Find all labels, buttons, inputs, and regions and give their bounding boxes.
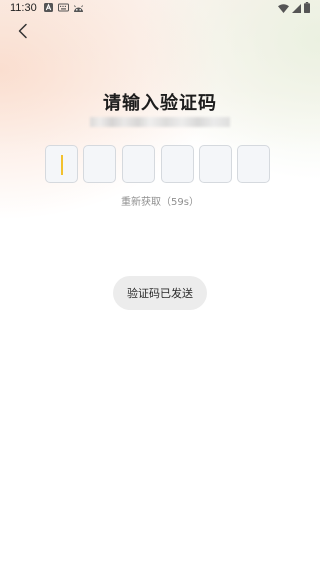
code-digit-6[interactable] [237,145,270,183]
code-digit-5[interactable] [199,145,232,183]
text-cursor [61,155,63,175]
toast-message: 验证码已发送 [127,287,193,300]
status-time: 11:30 [10,2,37,14]
android-icon [74,5,83,12]
masked-phone-number [90,117,230,127]
wifi-icon [278,4,289,13]
code-digit-4[interactable] [161,145,194,183]
status-bar: 11:30 [0,0,320,18]
code-input-row [45,145,273,185]
keyboard-icon [58,3,69,12]
page-title: 请输入验证码 [103,93,217,114]
code-digit-3[interactable] [122,145,155,183]
signal-icon [292,4,301,13]
code-digit-1[interactable] [45,145,78,183]
code-digit-2[interactable] [83,145,116,183]
battery-icon [304,2,310,13]
resend-code-button[interactable]: 重新获取（59s） [0,193,320,208]
back-button[interactable] [10,18,36,44]
chevron-left-icon [18,23,27,39]
a-square-icon [44,3,53,12]
toast: 验证码已发送 [113,276,207,310]
